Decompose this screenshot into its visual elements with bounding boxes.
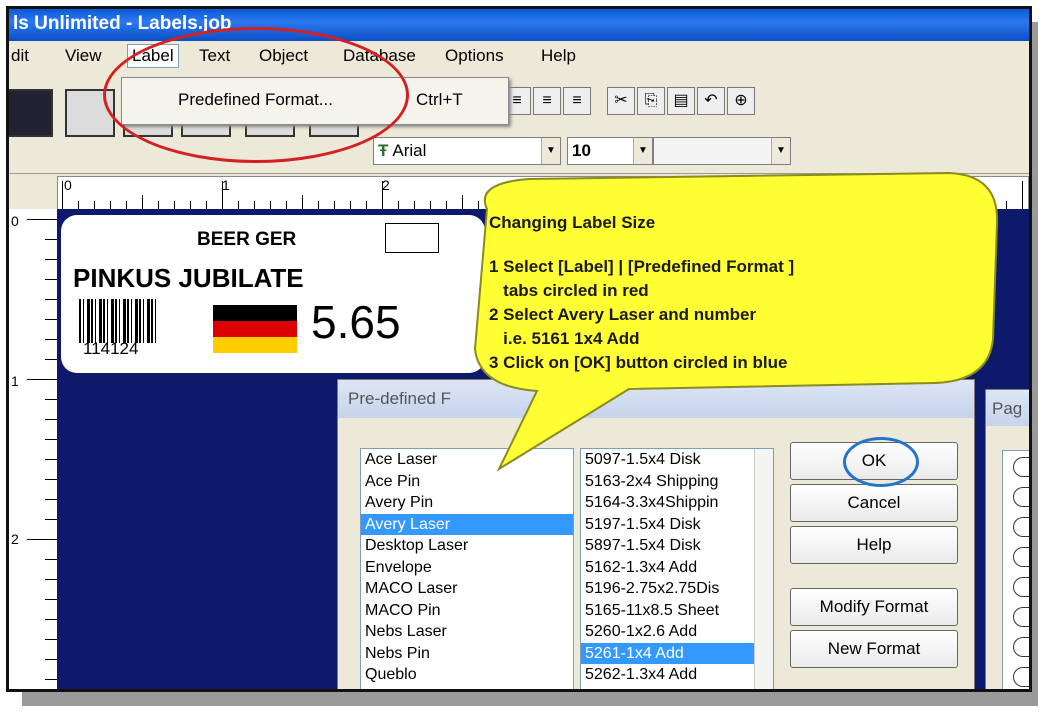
callout-text: Changing Label Size 1 Select [Label] | […	[489, 211, 979, 375]
callout-line: tabs circled in red	[489, 281, 649, 300]
callout-line: 3 Click on [OK] button circled in blue	[489, 353, 788, 372]
callout-line: 2 Select Avery Laser and number	[489, 305, 757, 324]
screenshot-frame: ls Unlimited - Labels.job dit View Label…	[6, 6, 1032, 692]
callout-title: Changing Label Size	[489, 213, 656, 232]
callout-line: i.e. 5161 1x4 Add	[489, 329, 640, 348]
callout-line: 1 Select [Label] | [Predefined Format ]	[489, 257, 795, 276]
